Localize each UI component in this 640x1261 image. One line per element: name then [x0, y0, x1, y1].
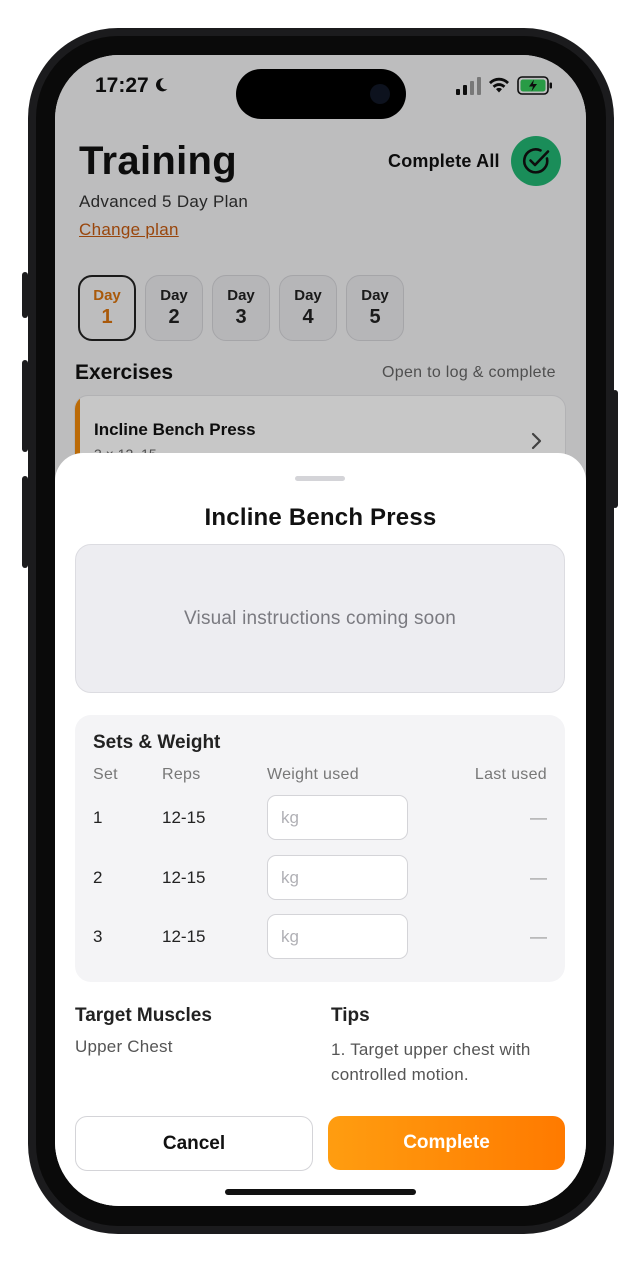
weight-input[interactable] [267, 855, 408, 900]
power-button [612, 390, 618, 508]
screen: 17:27 Training Advanced 5 Day Plan Chang… [55, 55, 586, 1206]
tips-label: Tips [331, 1005, 370, 1026]
set-row: 1 12-15 — [75, 795, 565, 841]
set-row: 3 12-15 — [75, 914, 565, 960]
last-used-value: — [530, 927, 547, 946]
set-number: 2 [93, 868, 103, 887]
tips-text: 1. Target upper chest with controlled mo… [331, 1040, 531, 1084]
cancel-button[interactable]: Cancel [75, 1116, 313, 1171]
weight-input[interactable] [267, 914, 408, 959]
col-header-set: Set [93, 766, 118, 783]
last-used-value: — [530, 808, 547, 827]
set-reps: 12-15 [162, 808, 206, 827]
set-row: 2 12-15 — [75, 855, 565, 901]
col-header-weight: Weight used [267, 766, 359, 783]
sheet-grabber[interactable] [295, 476, 345, 481]
action-button [22, 272, 28, 318]
home-indicator[interactable] [225, 1189, 416, 1195]
weight-input[interactable] [267, 795, 408, 840]
visual-instructions-placeholder: Visual instructions coming soon [75, 544, 565, 693]
col-header-last-used: Last used [474, 766, 547, 783]
last-used-value: — [530, 868, 547, 887]
col-header-reps: Reps [162, 766, 201, 783]
set-reps: 12-15 [162, 927, 206, 946]
complete-button[interactable]: Complete [328, 1116, 565, 1170]
volume-up-button [22, 360, 28, 452]
volume-down-button [22, 476, 28, 568]
set-number: 3 [93, 927, 103, 946]
exercise-detail-sheet: Incline Bench Press Visual instructions … [55, 453, 586, 1206]
target-muscles-label: Target Muscles [75, 1005, 212, 1026]
target-muscles-value: Upper Chest [75, 1037, 173, 1056]
sets-weight-card: Sets & Weight Set Reps Weight used Last … [75, 715, 565, 982]
sets-title: Sets & Weight [93, 732, 221, 753]
set-reps: 12-15 [162, 868, 206, 887]
set-number: 1 [93, 808, 103, 827]
sheet-title: Incline Bench Press [204, 504, 437, 531]
